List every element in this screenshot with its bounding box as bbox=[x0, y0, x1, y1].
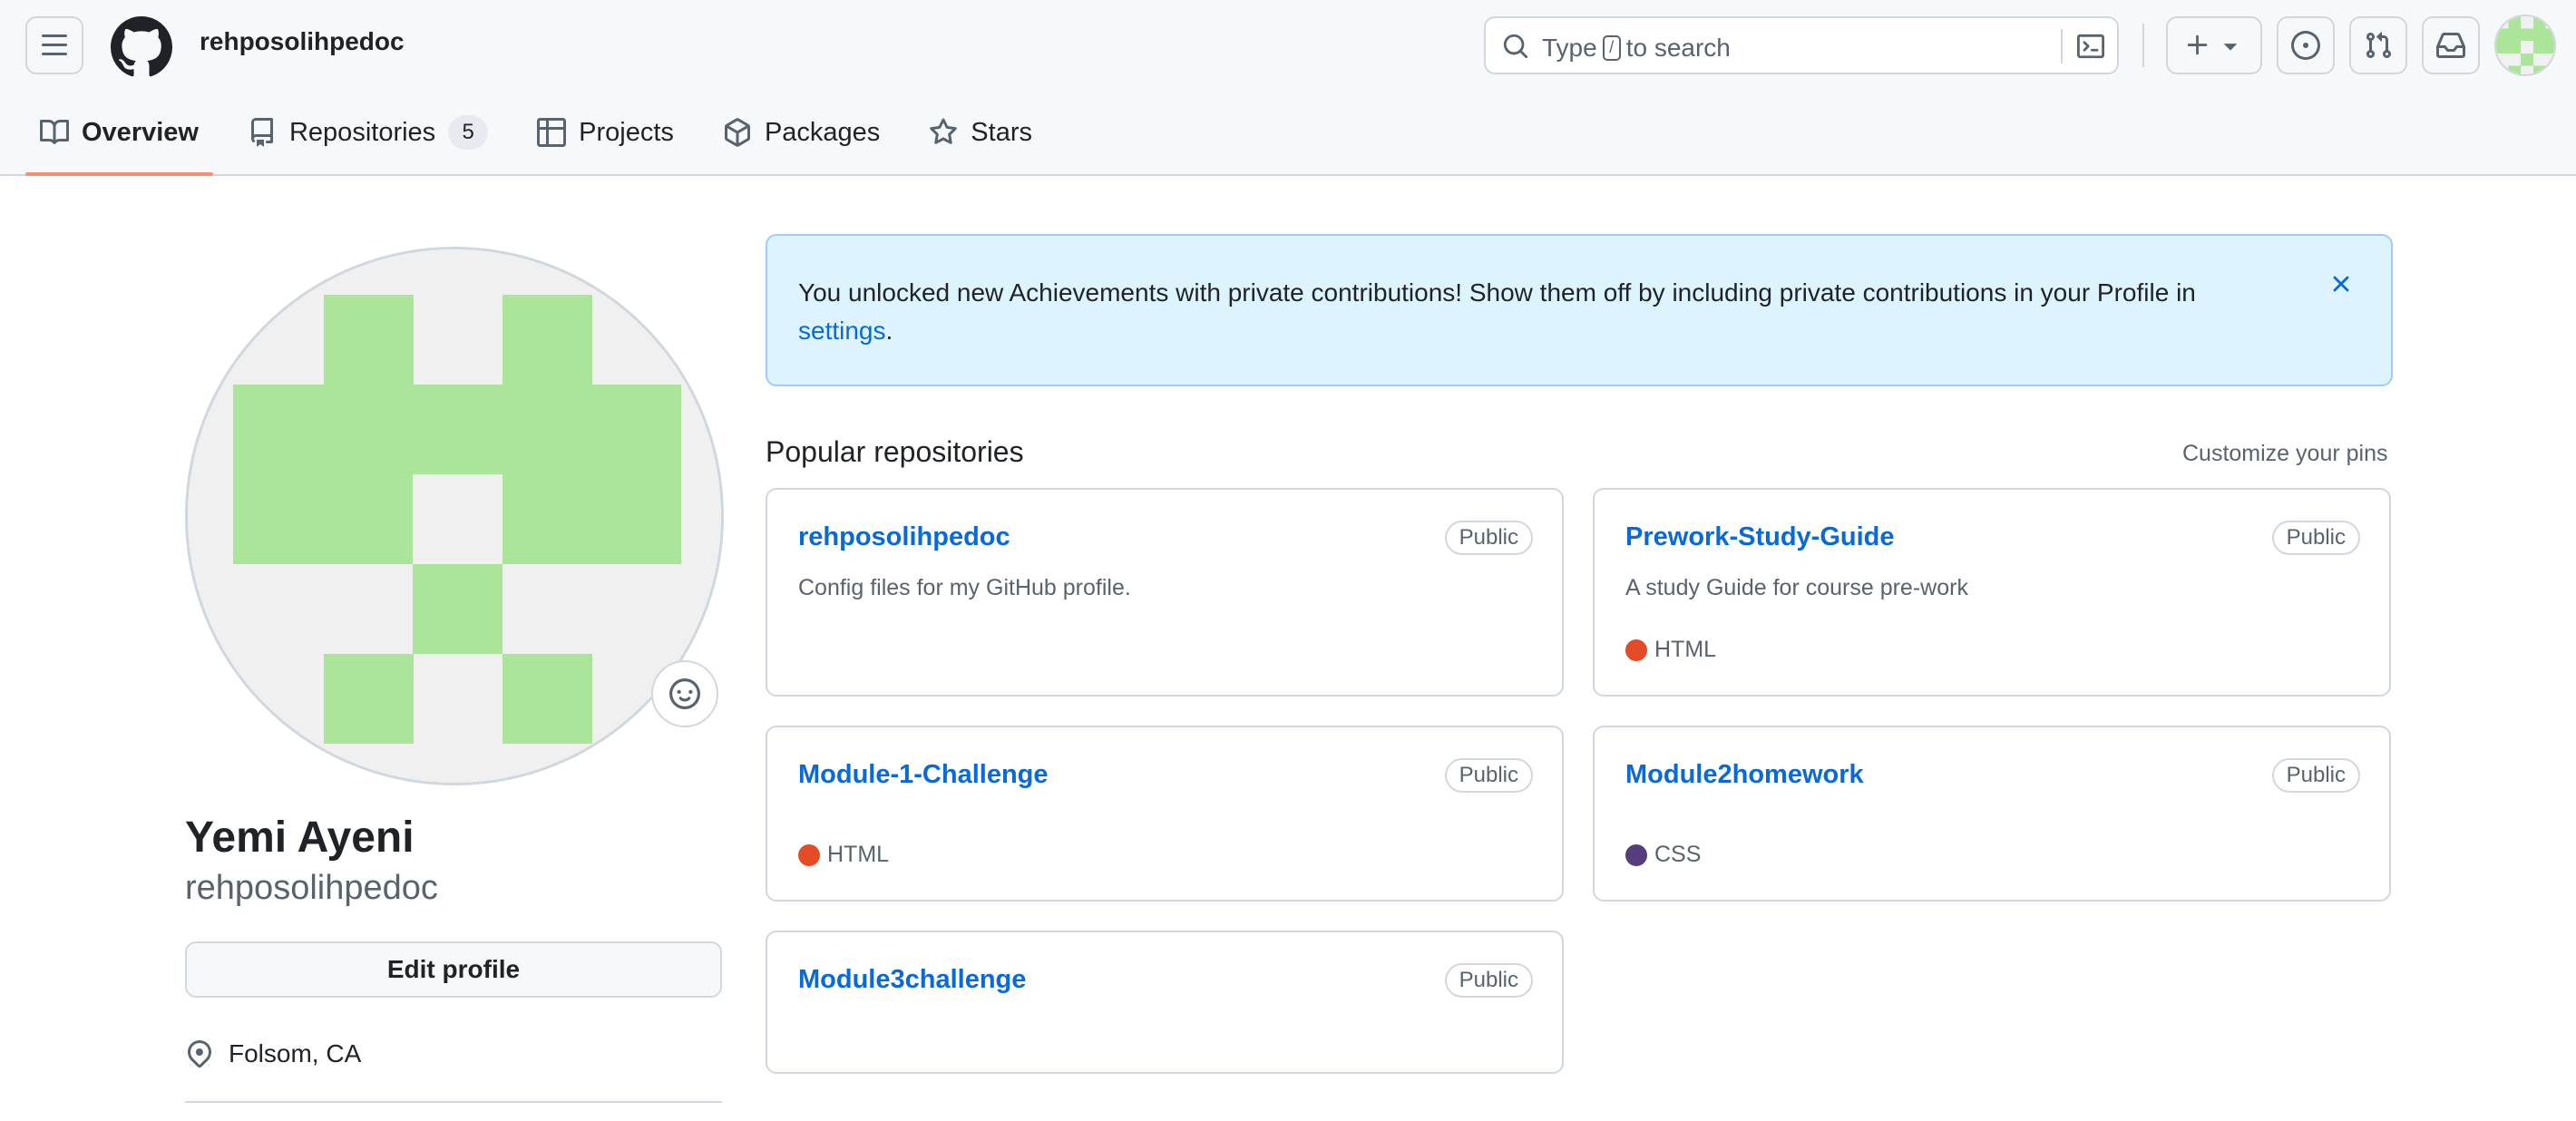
tab-projects[interactable]: Projects bbox=[522, 105, 688, 160]
package-icon bbox=[724, 118, 750, 147]
search-shortcut-key: / bbox=[1602, 35, 1621, 61]
repo-language-name: HTML bbox=[827, 842, 890, 867]
popular-repos-heading: Popular repositories bbox=[766, 435, 1024, 468]
visibility-badge: Public bbox=[1444, 963, 1533, 998]
notifications-button[interactable] bbox=[2422, 16, 2480, 74]
issues-button[interactable] bbox=[2277, 16, 2335, 74]
repo-name-link[interactable]: Module3challenge bbox=[798, 965, 1026, 995]
identicon-icon bbox=[2496, 16, 2554, 74]
visibility-badge: Public bbox=[1444, 521, 1533, 555]
customize-pins-link[interactable]: Customize your pins bbox=[2182, 441, 2387, 467]
search-icon bbox=[1503, 34, 1528, 59]
sidebar-divider bbox=[185, 1101, 722, 1103]
profile-full-name: Yemi Ayeni bbox=[185, 814, 415, 862]
repo-card: Module2homework Public CSS bbox=[1593, 726, 2391, 902]
command-palette-icon[interactable] bbox=[2077, 33, 2104, 60]
inbox-icon bbox=[2436, 33, 2465, 58]
identicon-icon bbox=[188, 249, 721, 783]
pull-requests-button[interactable] bbox=[2349, 16, 2407, 74]
achievements-banner: You unlocked new Achievements with priva… bbox=[766, 234, 2393, 386]
repo-card: Module-1-Challenge Public HTML bbox=[766, 726, 1564, 902]
repo-language-name: CSS bbox=[1654, 842, 1702, 867]
search-input[interactable]: Type / to search bbox=[1484, 16, 2119, 74]
repo-card: Prework-Study-Guide Public A study Guide… bbox=[1593, 488, 2391, 697]
repo-language: CSS bbox=[1625, 842, 1701, 868]
plus-icon bbox=[2187, 34, 2208, 55]
visibility-badge: Public bbox=[2271, 521, 2360, 555]
language-color-dot bbox=[1625, 638, 1647, 661]
git-pull-request-icon bbox=[2366, 32, 2392, 59]
visibility-badge: Public bbox=[1444, 758, 1533, 793]
tab-projects-label: Projects bbox=[579, 117, 674, 147]
visibility-badge: Public bbox=[2271, 758, 2360, 793]
repo-description: A study Guide for course pre-work bbox=[1625, 575, 1968, 600]
tab-overview[interactable]: Overview bbox=[25, 105, 213, 176]
create-new-button[interactable] bbox=[2166, 16, 2262, 74]
search-placeholder-suffix: to search bbox=[1625, 34, 1731, 62]
search-divider bbox=[2061, 29, 2063, 63]
location-icon bbox=[187, 1039, 212, 1068]
tab-packages-label: Packages bbox=[764, 117, 881, 147]
language-color-dot bbox=[1625, 843, 1647, 866]
repo-language: HTML bbox=[798, 842, 889, 868]
issue-opened-icon bbox=[2291, 31, 2320, 60]
hamburger-icon bbox=[42, 34, 67, 55]
tab-overview-label: Overview bbox=[82, 117, 199, 147]
repo-name-link[interactable]: Module-1-Challenge bbox=[798, 760, 1049, 790]
banner-message: You unlocked new Achievements with priva… bbox=[798, 274, 2286, 350]
profile-username: rehposolihpedoc bbox=[185, 869, 438, 907]
profile-tabs: Overview Repositories 5 Projects Package… bbox=[25, 105, 1067, 176]
search-placeholder-prefix: Type bbox=[1542, 34, 1597, 62]
banner-message-end: . bbox=[885, 317, 893, 345]
repo-card: rehposolihpedoc Public Config files for … bbox=[766, 488, 1564, 697]
set-status-button[interactable] bbox=[651, 660, 718, 727]
github-logo-icon[interactable] bbox=[111, 16, 172, 78]
tab-stars[interactable]: Stars bbox=[914, 105, 1047, 160]
tab-packages[interactable]: Packages bbox=[708, 105, 894, 160]
profile-location: Folsom, CA bbox=[185, 1039, 361, 1068]
smiley-icon bbox=[669, 678, 700, 709]
user-avatar[interactable] bbox=[2494, 15, 2556, 76]
repo-description: Config files for my GitHub profile. bbox=[798, 575, 1131, 600]
edit-profile-button[interactable]: Edit profile bbox=[185, 941, 722, 998]
star-icon bbox=[930, 118, 958, 144]
tab-stars-label: Stars bbox=[971, 117, 1032, 147]
repo-icon bbox=[250, 118, 273, 147]
settings-link[interactable]: settings bbox=[798, 317, 886, 345]
book-icon bbox=[40, 119, 69, 144]
close-icon[interactable] bbox=[2327, 270, 2355, 297]
banner-message-text: You unlocked new Achievements with priva… bbox=[798, 278, 2196, 307]
language-color-dot bbox=[798, 843, 820, 866]
tab-repositories-label: Repositories bbox=[288, 117, 436, 147]
tab-repositories[interactable]: Repositories 5 bbox=[233, 105, 503, 160]
triangle-down-icon bbox=[2224, 44, 2237, 51]
repo-name-link[interactable]: rehposolihpedoc bbox=[798, 522, 1010, 552]
repo-name-link[interactable]: Module2homework bbox=[1625, 760, 1864, 790]
repo-card: Module3challenge Public bbox=[766, 931, 1564, 1074]
table-icon bbox=[537, 118, 567, 147]
search-placeholder: Type / to search bbox=[1542, 34, 1731, 63]
profile-location-text: Folsom, CA bbox=[229, 1039, 362, 1067]
global-header: rehposolihpedoc Type / to search Overvie… bbox=[0, 0, 2576, 176]
repo-language-name: HTML bbox=[1654, 637, 1717, 662]
profile-avatar[interactable] bbox=[185, 247, 724, 785]
repositories-count: 5 bbox=[448, 115, 489, 150]
header-divider bbox=[2142, 24, 2144, 67]
repo-name-link[interactable]: Prework-Study-Guide bbox=[1625, 522, 1895, 552]
context-owner-link[interactable]: rehposolihpedoc bbox=[200, 27, 405, 56]
menu-button[interactable] bbox=[25, 16, 83, 74]
repo-language: HTML bbox=[1625, 637, 1716, 663]
